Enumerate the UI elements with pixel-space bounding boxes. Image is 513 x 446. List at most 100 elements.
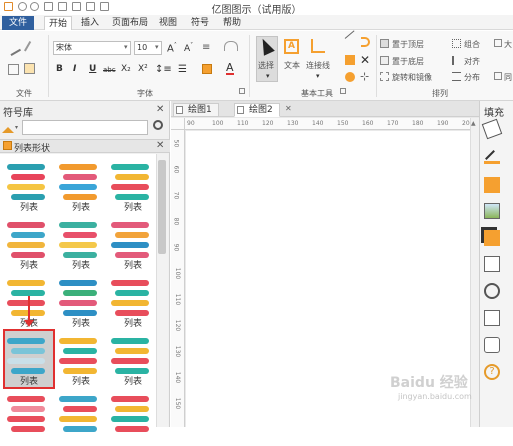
shape-thumbnail-bar	[111, 164, 149, 170]
fill-color-panel-icon[interactable]	[484, 177, 500, 193]
ellipse-tool-icon[interactable]	[345, 72, 355, 82]
menu-page-layout[interactable]: 页面布局	[108, 16, 152, 30]
align-icon[interactable]	[452, 56, 461, 65]
shape-thumbnail-bar	[115, 232, 149, 238]
strikethrough-button[interactable]: abc	[103, 66, 116, 74]
shape-item-label: 列表	[71, 261, 90, 271]
shape-thumbnail-bar	[59, 358, 97, 364]
font-dialog-launcher-icon[interactable]	[239, 88, 245, 94]
shape-thumbnail	[111, 278, 155, 320]
text-tool-icon[interactable]: A	[284, 39, 299, 54]
same-size-button[interactable]: 同	[504, 72, 512, 83]
shape-item[interactable]: 列表	[4, 156, 54, 214]
close-category-icon[interactable]: ✕	[156, 140, 164, 151]
help-icon[interactable]: ?	[484, 364, 500, 380]
underline-button[interactable]: U	[89, 64, 96, 74]
rectangle-tool-icon[interactable]	[345, 55, 355, 65]
size-icon[interactable]	[494, 39, 502, 47]
align-text-icon[interactable]: ≡	[202, 42, 210, 53]
send-to-bottom-icon[interactable]	[380, 56, 389, 65]
shape-thumbnail-bar	[7, 358, 45, 364]
shape-thumbnail	[111, 162, 155, 204]
shape-thumbnail-bar	[59, 338, 97, 344]
cross-tool-icon[interactable]: ✕	[360, 53, 370, 67]
shape-item[interactable]: 列表	[108, 330, 158, 388]
shape-item[interactable]: 列表	[4, 214, 54, 272]
shape-item[interactable]	[108, 388, 158, 446]
tools-dialog-launcher-icon[interactable]	[340, 88, 346, 94]
align-button[interactable]: 对齐	[464, 56, 480, 67]
shrink-font-icon[interactable]: A˅	[184, 42, 193, 54]
distribute-button[interactable]: 分布	[464, 72, 480, 83]
copy-icon[interactable]	[8, 64, 19, 75]
menu-help[interactable]: 帮助	[219, 16, 245, 30]
group-icon[interactable]	[452, 39, 461, 48]
bring-to-top-button[interactable]: 置于顶层	[392, 39, 424, 50]
distribute-icon[interactable]	[452, 72, 461, 81]
image-icon[interactable]	[484, 203, 500, 219]
shape-thumbnail-bar	[111, 242, 149, 248]
text-direction-icon[interactable]	[224, 41, 238, 51]
shape-thumbnail-bar	[59, 242, 97, 248]
shadow-icon[interactable]	[484, 230, 500, 246]
menu-symbols[interactable]: 符号	[187, 16, 213, 30]
shape-item[interactable]: 列表	[108, 214, 158, 272]
italic-button[interactable]: I	[73, 64, 76, 74]
bold-button[interactable]: B	[56, 64, 63, 74]
shape-thumbnail-bar	[7, 416, 45, 422]
shape-item[interactable]: 列表	[56, 272, 106, 330]
crosshair-tool-icon[interactable]: ⊹	[360, 70, 369, 83]
canvas-scrollbar[interactable]	[470, 118, 479, 427]
shape-thumbnail-bar	[115, 348, 149, 354]
bullet-list-icon[interactable]: ☰	[178, 64, 187, 75]
ruler-corner	[171, 118, 185, 130]
right-panel-title: 填充	[484, 108, 504, 119]
shape-item[interactable]: 列表	[3, 329, 55, 389]
shape-item[interactable]: 列表	[56, 330, 106, 388]
menu-insert[interactable]: 插入	[77, 16, 103, 30]
rotate-mirror-button[interactable]: 旋转和镜像	[392, 72, 432, 83]
text-tool-label: 文本	[284, 61, 300, 70]
shape-item[interactable]: 列表	[108, 156, 158, 214]
page-icon[interactable]	[484, 256, 500, 272]
shape-item[interactable]: 列表	[108, 272, 158, 330]
document-panel-icon[interactable]	[484, 310, 500, 326]
line-spacing-icon[interactable]: ↕≡	[155, 64, 172, 75]
shape-item[interactable]	[4, 388, 54, 446]
subscript-button[interactable]: X₂	[121, 64, 131, 74]
shape-item[interactable]: 列表	[56, 156, 106, 214]
shape-thumbnail-bar	[111, 396, 149, 402]
shape-thumbnail-bar	[111, 222, 149, 228]
grow-font-icon[interactable]: A˄	[167, 42, 177, 54]
search-icon[interactable]	[153, 120, 163, 130]
globe-icon[interactable]	[484, 283, 500, 299]
home-icon[interactable]	[2, 121, 14, 133]
close-tab-icon[interactable]: ✕	[285, 104, 292, 113]
library-scroll-thumb[interactable]	[158, 160, 166, 254]
group-button[interactable]: 组合	[464, 39, 480, 50]
menu-view[interactable]: 视图	[155, 16, 181, 30]
line-style-icon[interactable]	[484, 148, 500, 164]
menu-file[interactable]: 文件	[2, 16, 34, 30]
bring-to-top-icon[interactable]	[380, 39, 389, 48]
shape-item[interactable]: 列表	[56, 214, 106, 272]
same-size-icon[interactable]	[494, 72, 502, 80]
rotate-mirror-icon[interactable]	[380, 72, 389, 81]
menu-home[interactable]: 开始	[44, 16, 73, 30]
connector-tool-icon[interactable]	[311, 39, 325, 53]
close-icon[interactable]: ✕	[156, 104, 164, 115]
send-to-bottom-button[interactable]: 置于底层	[392, 56, 424, 67]
shape-thumbnail	[111, 394, 155, 436]
comment-icon[interactable]	[484, 337, 500, 353]
ruler-tick-label: 170	[387, 120, 399, 127]
font-color-icon[interactable]: A	[226, 62, 234, 75]
superscript-button[interactable]: X²	[138, 64, 148, 74]
fill-color-icon[interactable]	[202, 64, 212, 74]
size-button[interactable]: 大	[504, 39, 512, 50]
ruler-tick-label: 100	[174, 267, 182, 280]
font-family-select[interactable]: 宋体	[53, 41, 131, 55]
scroll-up-icon[interactable]: ▲	[471, 120, 478, 127]
paste-icon[interactable]	[24, 63, 35, 74]
search-input[interactable]	[22, 120, 148, 135]
shape-item[interactable]	[56, 388, 106, 446]
